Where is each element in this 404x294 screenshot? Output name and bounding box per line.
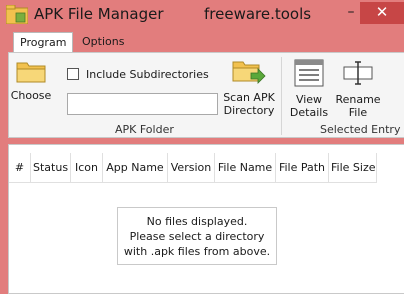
scan-label-line1: Scan APK [223,91,275,104]
empty-message-line3: with .apk files from above. [123,245,271,258]
scan-label-line2: Directory [223,104,275,117]
window-title: APK File Manager [34,5,164,23]
rename-label-line1: Rename [335,93,381,106]
include-subdirectories-label: Include Subdirectories [86,68,209,81]
ribbon: Choose Include Subdirectories Scan APK D… [8,52,404,138]
folder-arrow-icon [232,61,266,84]
checkbox-box[interactable] [67,68,79,80]
view-details-button[interactable]: View Details [287,59,331,119]
column-header-file-path[interactable]: File Path [276,153,329,183]
column-header-number[interactable]: # [9,153,31,183]
rename-label-line2: File [348,106,368,119]
window-subtitle: freeware.tools [204,5,312,23]
column-header-version[interactable]: Version [168,153,215,183]
folder-icon [16,62,46,83]
column-header-file-size[interactable]: File Size [329,153,377,183]
view-label-line2: Details [289,106,329,119]
ribbon-tabs: Program Options [8,30,404,54]
rename-file-button[interactable]: Rename File [335,59,381,119]
selected-entry-group-label: Selected Entry [320,123,401,136]
empty-message-line2: Please select a directory [129,230,265,243]
column-header-app-name[interactable]: App Name [103,153,168,183]
column-header-file-name[interactable]: File Name [215,153,276,183]
close-button[interactable]: ✕ [360,2,404,24]
group-separator [281,57,282,135]
apk-folder-group-label: APK Folder [115,123,174,136]
file-list[interactable]: # Status Icon App Name Version File Name… [8,144,404,294]
include-subdirectories-checkbox[interactable]: Include Subdirectories [67,68,209,81]
details-list-icon [294,59,324,87]
list-header: # Status Icon App Name Version File Name… [9,153,377,183]
title-bar: APK File Manager freeware.tools – ✕ [0,0,404,30]
apk-app-icon [6,5,28,24]
directory-input[interactable] [67,93,218,115]
tab-program[interactable]: Program [13,32,74,54]
tab-options[interactable]: Options [76,32,130,53]
column-header-status[interactable]: Status [31,153,71,183]
empty-message-line1: No files displayed. [146,215,248,228]
view-label-line1: View [295,93,323,106]
scan-apk-directory-button[interactable]: Scan APK Directory [221,59,277,117]
choose-button[interactable]: Choose [9,59,53,102]
minimize-button[interactable]: – [342,2,360,24]
choose-label: Choose [10,89,52,102]
column-header-icon[interactable]: Icon [71,153,103,183]
empty-list-message: No files displayed. Please select a dire… [117,207,277,265]
rename-icon [343,61,373,85]
